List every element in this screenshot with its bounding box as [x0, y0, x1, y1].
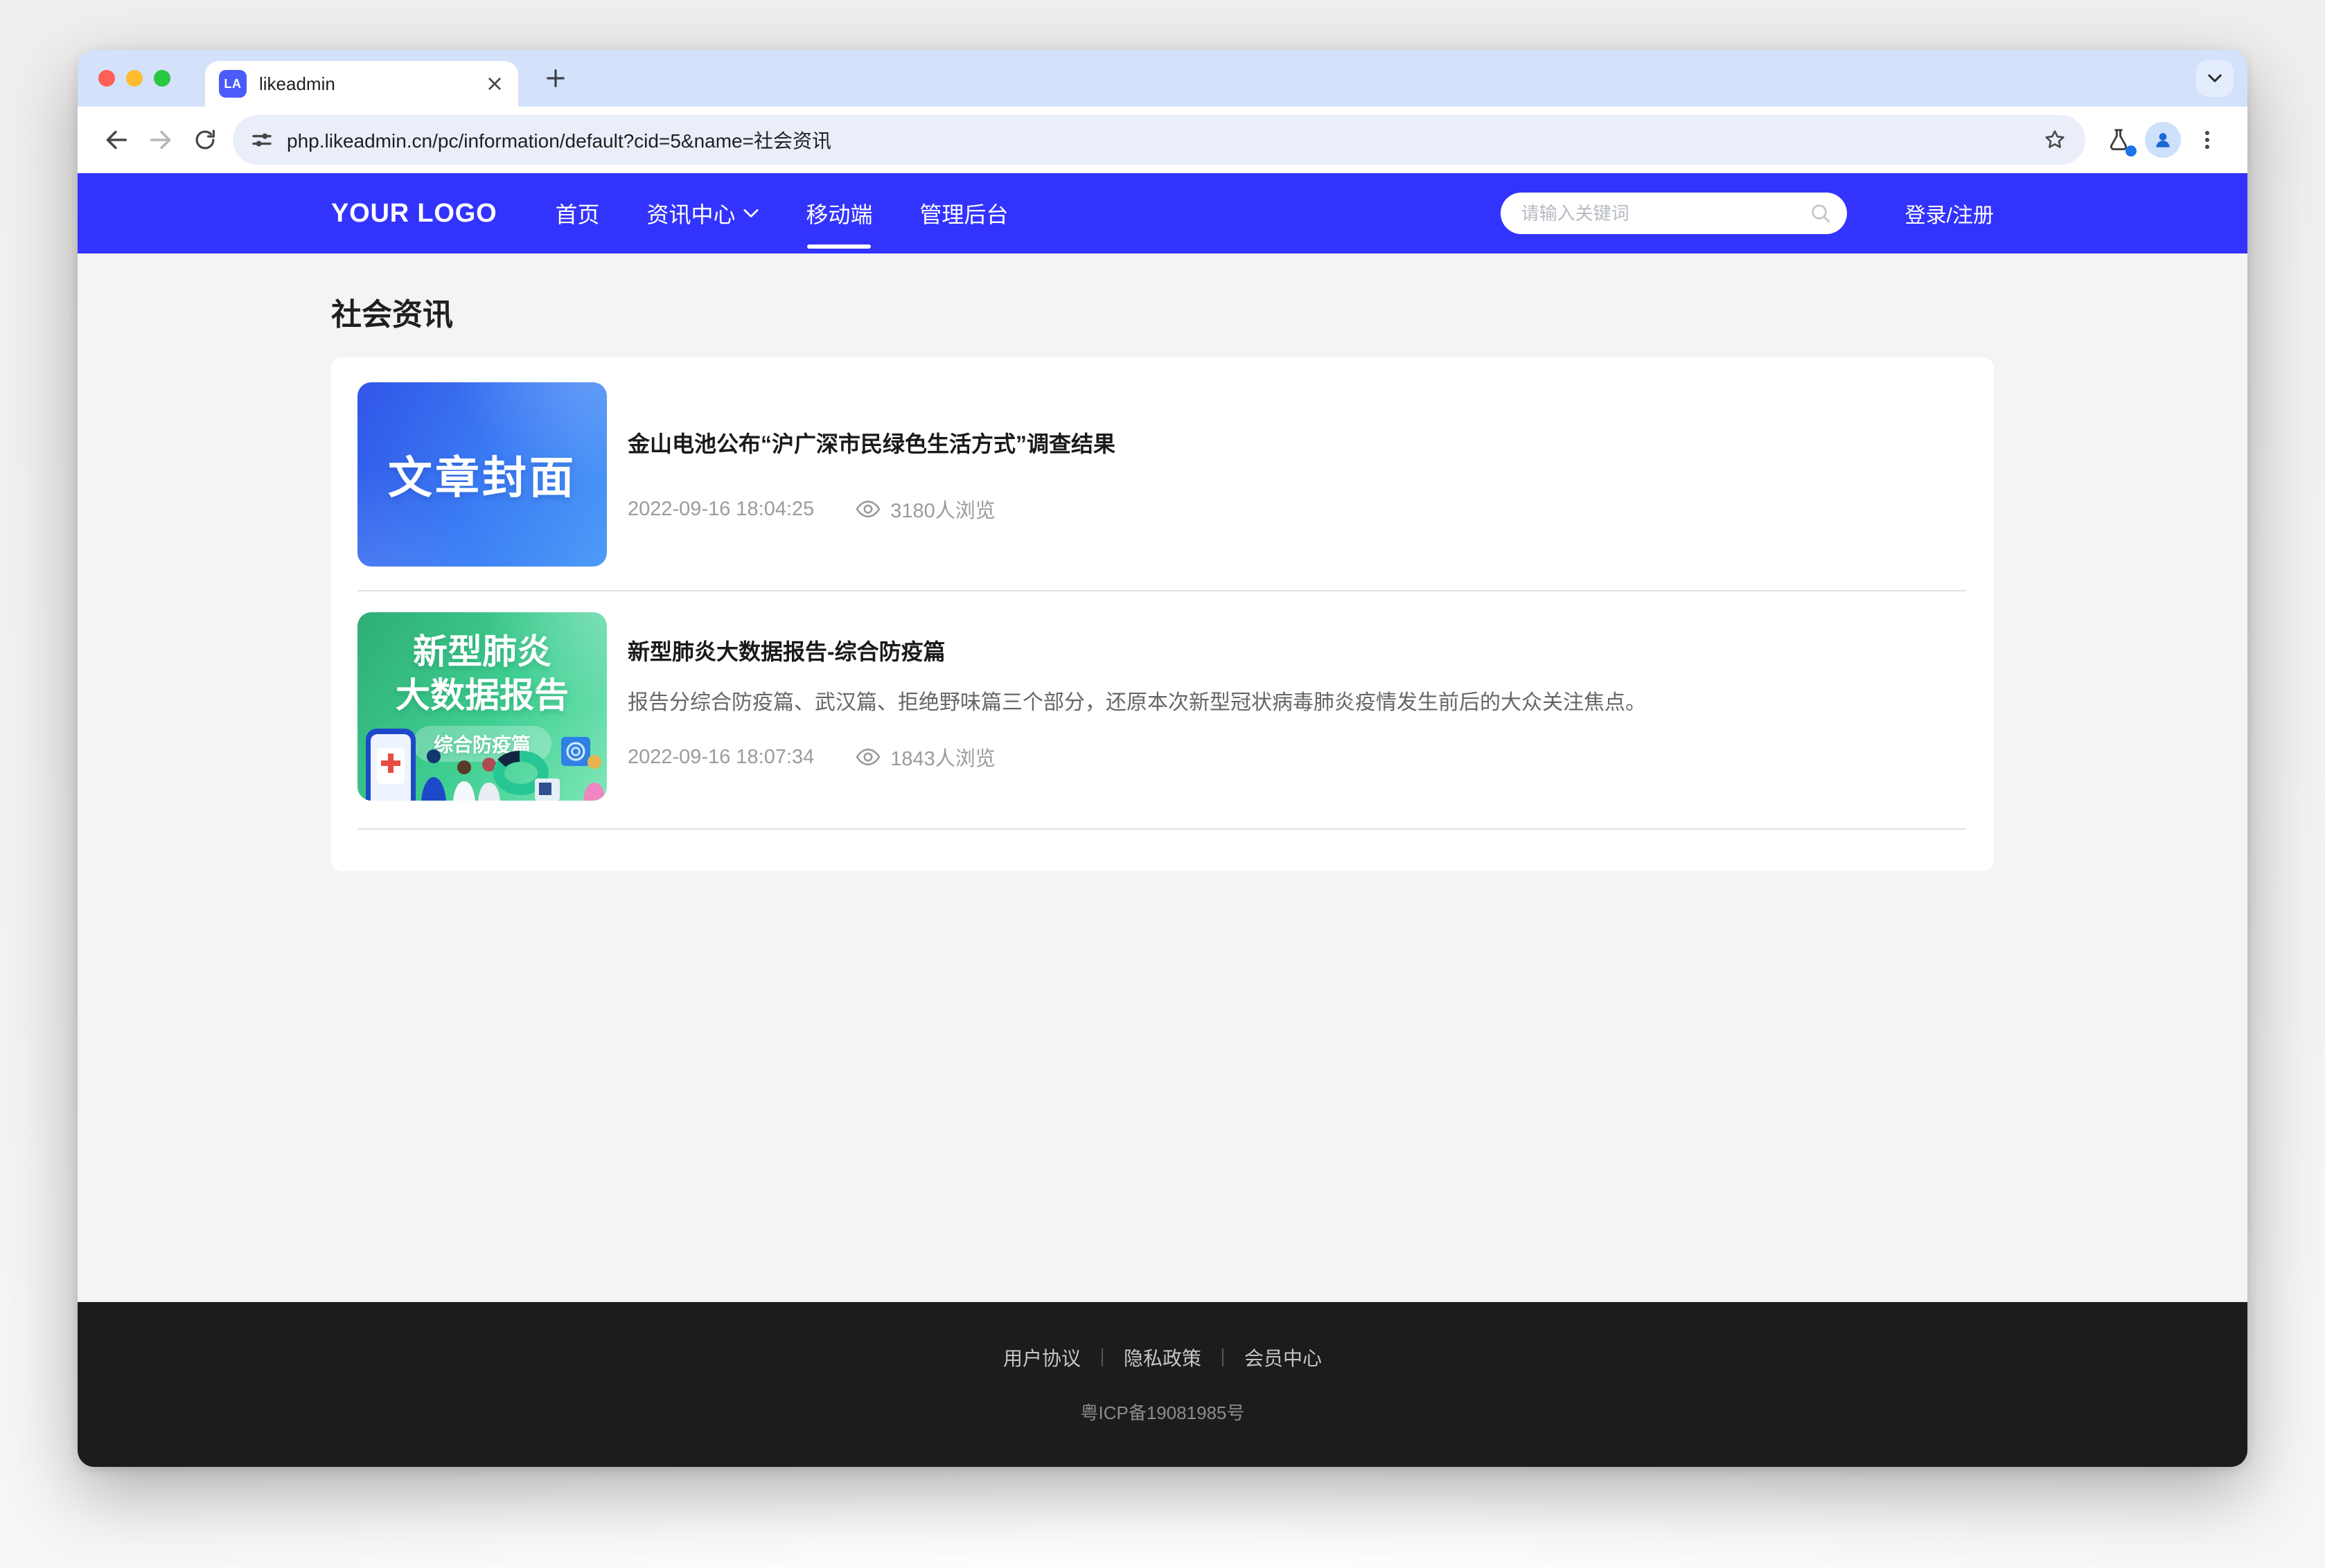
avatar: [2145, 122, 2181, 158]
article-item[interactable]: 新型肺炎 大数据报告 综合防疫篇: [357, 612, 1966, 801]
site-favicon-icon: LA: [219, 70, 247, 98]
nav-item-label: 资讯中心: [646, 197, 735, 229]
article-description: 报告分综合防疫篇、武汉篇、拒绝野味篇三个部分，还原本次新型冠状病毒肺炎疫情发生前…: [628, 688, 1966, 718]
article-views: 3180人浏览: [856, 495, 996, 524]
site-header: YOUR LOGO 首页 资讯中心 移动端 管理后台 登录: [78, 173, 2247, 253]
nav-item-news-center[interactable]: 资讯中心: [646, 197, 759, 229]
cover-text-line: 大数据报告: [357, 674, 607, 718]
article-meta: 2022-09-16 18:07:34 1843人浏览: [628, 742, 1966, 772]
views-count: 3180人浏览: [890, 495, 996, 524]
chevron-down-icon: [743, 208, 759, 218]
browser-toolbar: php.likeadmin.cn/pc/information/default?…: [78, 107, 2247, 173]
article-cover-image[interactable]: 文章封面: [357, 382, 607, 567]
article-meta: 2022-09-16 18:04:25 3180人浏览: [628, 495, 1966, 524]
footer-link-user-agreement[interactable]: 用户协议: [1003, 1344, 1081, 1371]
cover-text-line: 新型肺炎: [357, 612, 607, 674]
browser-tab[interactable]: LA likeadmin: [205, 61, 518, 107]
browser-window: LA likeadmin: [78, 50, 2247, 1467]
site-footer: 用户协议 隐私政策 会员中心 粤ICP备19081985号: [78, 1302, 2247, 1467]
article-title[interactable]: 新型肺炎大数据报告-综合防疫篇: [628, 634, 1966, 666]
search-input[interactable]: [1519, 202, 1810, 226]
article-date: 2022-09-16 18:07:34: [628, 746, 814, 769]
footer-separator: [1222, 1348, 1223, 1366]
experiments-flask-icon[interactable]: [2096, 118, 2141, 162]
article-title[interactable]: 金山电池公布“沪广深市民绿色生活方式”调查结果: [628, 427, 1966, 458]
search-box[interactable]: [1501, 193, 1847, 234]
search-icon[interactable]: [1810, 202, 1832, 224]
zoom-window-button[interactable]: [154, 70, 170, 87]
address-bar[interactable]: php.likeadmin.cn/pc/information/default?…: [233, 115, 2085, 165]
tab-title: likeadmin: [259, 73, 482, 95]
divider: [357, 828, 1966, 830]
article-item[interactable]: 文章封面 金山电池公布“沪广深市民绿色生活方式”调查结果 2022-09-16 …: [357, 382, 1966, 567]
close-window-button[interactable]: [98, 70, 115, 87]
article-views: 1843人浏览: [856, 742, 996, 772]
divider: [357, 590, 1966, 591]
tab-strip: LA likeadmin: [78, 50, 2247, 107]
footer-link-member-center[interactable]: 会员中心: [1244, 1344, 1322, 1371]
reload-icon[interactable]: [183, 118, 227, 162]
site-settings-icon[interactable]: [251, 129, 273, 151]
nav-item-admin[interactable]: 管理后台: [919, 197, 1008, 229]
article-list-card: 文章封面 金山电池公布“沪广深市民绿色生活方式”调查结果 2022-09-16 …: [331, 357, 1994, 871]
page-title: 社会资讯: [331, 289, 1994, 334]
footer-links: 用户协议 隐私政策 会员中心: [78, 1344, 2247, 1371]
new-tab-button[interactable]: [536, 59, 575, 98]
minimize-window-button[interactable]: [126, 70, 143, 87]
browser-menu-icon[interactable]: [2185, 118, 2229, 162]
site-page: YOUR LOGO 首页 资讯中心 移动端 管理后台 登录: [78, 173, 2247, 1467]
icp-number: 粤ICP备19081985号: [78, 1399, 2247, 1425]
url-text[interactable]: php.likeadmin.cn/pc/information/default?…: [287, 126, 2035, 154]
main-nav: 首页 资讯中心 移动端 管理后台: [555, 197, 1008, 229]
screen: LA likeadmin: [0, 0, 2325, 1568]
views-count: 1843人浏览: [890, 742, 996, 772]
article-date: 2022-09-16 18:04:25: [628, 498, 814, 521]
nav-item-home[interactable]: 首页: [555, 197, 599, 229]
footer-link-privacy-policy[interactable]: 隐私政策: [1124, 1344, 1201, 1371]
nav-item-mobile[interactable]: 移动端: [806, 197, 872, 229]
eye-icon: [856, 747, 881, 767]
experiment-badge: [2125, 145, 2137, 157]
tab-close-icon[interactable]: [482, 71, 507, 96]
cover-illustration: [357, 726, 607, 801]
login-register-link[interactable]: 登录/注册: [1905, 198, 1994, 229]
site-logo[interactable]: YOUR LOGO: [331, 199, 497, 229]
cover-text: 文章封面: [388, 443, 576, 506]
article-cover-image[interactable]: 新型肺炎 大数据报告 综合防疫篇: [357, 612, 607, 801]
window-controls: [98, 70, 170, 87]
tab-search-button[interactable]: [2196, 60, 2234, 97]
eye-icon: [856, 499, 881, 519]
forward-icon[interactable]: [139, 118, 183, 162]
bookmark-icon[interactable]: [2035, 121, 2074, 159]
content-area: 社会资讯 文章封面 金山电池公布“沪广深市民绿色生活方式”调查结果 2022-0…: [78, 253, 2247, 1302]
back-icon[interactable]: [94, 118, 139, 162]
profile-avatar[interactable]: [2141, 118, 2185, 162]
footer-separator: [1102, 1348, 1103, 1366]
